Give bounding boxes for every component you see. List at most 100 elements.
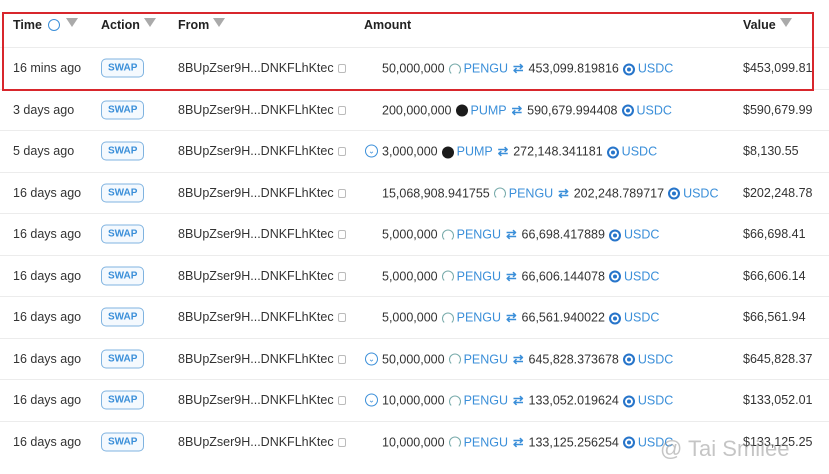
action-badge[interactable]: SWAP bbox=[101, 183, 145, 203]
from-cell: 8BUpZser9H...DNKFLhKtec bbox=[178, 103, 346, 117]
token-out[interactable]: USDC bbox=[638, 394, 673, 408]
copy-icon[interactable] bbox=[337, 147, 346, 157]
token-in[interactable]: PENGU bbox=[457, 311, 501, 325]
time-cell: 16 days ago bbox=[13, 227, 82, 242]
amount-in: 5,000,000 bbox=[382, 310, 438, 325]
token-in[interactable]: PENGU bbox=[457, 269, 501, 283]
token-in[interactable]: PUMP bbox=[457, 145, 493, 159]
value-cell: $66,698.41 bbox=[743, 227, 806, 242]
copy-icon[interactable] bbox=[337, 396, 346, 406]
token-out[interactable]: USDC bbox=[637, 103, 672, 117]
amount-out: 202,248.789717 bbox=[573, 186, 665, 201]
value-cell: $453,099.81 bbox=[743, 61, 813, 76]
token-out[interactable]: USDC bbox=[624, 228, 659, 242]
action-badge[interactable]: SWAP bbox=[101, 141, 145, 161]
usdc-token-icon bbox=[608, 270, 621, 283]
swap-arrows-icon: ⇄ bbox=[497, 144, 509, 159]
from-address[interactable]: 8BUpZser9H...DNKFLhKtec bbox=[178, 103, 334, 117]
token-in[interactable]: PENGU bbox=[464, 394, 508, 408]
token-in[interactable]: PUMP bbox=[471, 103, 507, 117]
swap-arrows-icon: ⇄ bbox=[506, 310, 517, 325]
token-out[interactable]: USDC bbox=[622, 145, 657, 159]
chevron-down-icon[interactable]: ⌄ bbox=[365, 393, 378, 407]
swap-arrows-icon: ⇄ bbox=[513, 435, 524, 450]
from-cell: 8BUpZser9H...DNKFLhKtec bbox=[178, 186, 346, 200]
amount-out: 66,698.417889 bbox=[521, 227, 605, 242]
table-row[interactable]: 16 days ago SWAP 8BUpZser9H...DNKFLhKtec… bbox=[0, 337, 829, 380]
token-in[interactable]: PENGU bbox=[509, 186, 553, 200]
action-badge[interactable]: SWAP bbox=[101, 266, 145, 286]
token-in[interactable]: PENGU bbox=[457, 228, 501, 242]
from-cell: 8BUpZser9H...DNKFLhKtec bbox=[178, 144, 346, 158]
pengu-token-icon bbox=[448, 63, 461, 76]
pengu-token-icon bbox=[441, 312, 454, 325]
amount-out: 133,052.019624 bbox=[528, 393, 619, 408]
usdc-token-icon bbox=[621, 104, 634, 117]
copy-icon[interactable] bbox=[337, 230, 346, 240]
swap-arrows-icon: ⇄ bbox=[558, 186, 569, 201]
pengu-token-icon bbox=[448, 353, 461, 366]
token-out[interactable]: USDC bbox=[638, 62, 673, 76]
token-out[interactable]: USDC bbox=[624, 269, 659, 283]
amount-out: 66,561.940022 bbox=[521, 310, 605, 325]
filter-icon[interactable] bbox=[780, 18, 792, 27]
token-in[interactable]: PENGU bbox=[464, 435, 508, 449]
action-badge[interactable]: SWAP bbox=[101, 307, 145, 327]
token-in[interactable]: PENGU bbox=[464, 62, 508, 76]
time-cell: 16 days ago bbox=[13, 268, 82, 283]
from-address[interactable]: 8BUpZser9H...DNKFLhKtec bbox=[178, 393, 334, 407]
from-address[interactable]: 8BUpZser9H...DNKFLhKtec bbox=[178, 144, 334, 158]
copy-icon[interactable] bbox=[337, 354, 346, 364]
from-address[interactable]: 8BUpZser9H...DNKFLhKtec bbox=[178, 186, 334, 200]
amount-cell: 10,000,000 PENGU ⇄ 133,125.256254 USDC bbox=[382, 434, 673, 449]
action-badge[interactable]: SWAP bbox=[101, 390, 145, 410]
action-badge[interactable]: SWAP bbox=[101, 349, 145, 369]
table-row[interactable]: 16 days ago SWAP 8BUpZser9H...DNKFLhKtec… bbox=[0, 379, 829, 421]
table-row[interactable]: 16 days ago SWAP 8BUpZser9H...DNKFLhKtec… bbox=[0, 213, 829, 255]
swap-arrows-icon: ⇄ bbox=[511, 103, 523, 118]
from-cell: 8BUpZser9H...DNKFLhKtec bbox=[178, 435, 346, 449]
pengu-token-icon bbox=[441, 229, 454, 242]
copy-icon[interactable] bbox=[337, 437, 346, 447]
amount-cell: 5,000,000 PENGU ⇄ 66,698.417889 USDC bbox=[382, 227, 659, 242]
token-out[interactable]: USDC bbox=[638, 352, 673, 366]
copy-icon[interactable] bbox=[337, 105, 346, 115]
table-row[interactable]: 3 days ago SWAP 8BUpZser9H...DNKFLhKtec … bbox=[0, 88, 829, 131]
table-row[interactable]: 16 days ago SWAP 8BUpZser9H...DNKFLhKtec… bbox=[0, 254, 829, 297]
action-badge[interactable]: SWAP bbox=[101, 432, 145, 452]
table-row[interactable]: 16 days ago SWAP 8BUpZser9H...DNKFLhKtec… bbox=[0, 296, 829, 338]
token-out[interactable]: USDC bbox=[624, 311, 659, 325]
value-cell: $645,828.37 bbox=[743, 351, 813, 366]
table-row[interactable]: 16 mins ago SWAP 8BUpZser9H...DNKFLhKtec… bbox=[0, 47, 829, 89]
filter-icon[interactable] bbox=[144, 18, 156, 27]
time-cell: 16 days ago bbox=[13, 185, 82, 200]
usdc-token-icon bbox=[608, 312, 621, 325]
table-row[interactable]: 5 days ago SWAP 8BUpZser9H...DNKFLhKtec … bbox=[0, 130, 829, 172]
value-cell: $202,248.78 bbox=[743, 185, 813, 200]
table-row[interactable]: 16 days ago SWAP 8BUpZser9H...DNKFLhKtec… bbox=[0, 171, 829, 214]
filter-icon[interactable] bbox=[66, 18, 78, 27]
from-address[interactable]: 8BUpZser9H...DNKFLhKtec bbox=[178, 435, 334, 449]
chevron-down-icon[interactable]: ⌄ bbox=[365, 352, 378, 366]
from-address[interactable]: 8BUpZser9H...DNKFLhKtec bbox=[178, 352, 334, 366]
token-in[interactable]: PENGU bbox=[464, 352, 508, 366]
from-address[interactable]: 8BUpZser9H...DNKFLhKtec bbox=[178, 227, 334, 241]
from-cell: 8BUpZser9H...DNKFLhKtec bbox=[178, 227, 346, 241]
clock-icon[interactable] bbox=[48, 19, 60, 31]
action-badge[interactable]: SWAP bbox=[101, 100, 145, 120]
copy-icon[interactable] bbox=[337, 313, 346, 323]
time-cell: 3 days ago bbox=[13, 102, 75, 117]
token-out[interactable]: USDC bbox=[683, 186, 718, 200]
amount-cell: 5,000,000 PENGU ⇄ 66,606.144078 USDC bbox=[382, 268, 659, 283]
copy-icon[interactable] bbox=[337, 64, 346, 74]
action-badge[interactable]: SWAP bbox=[101, 58, 145, 78]
from-address[interactable]: 8BUpZser9H...DNKFLhKtec bbox=[178, 310, 334, 324]
time-cell: 16 days ago bbox=[13, 351, 82, 366]
from-address[interactable]: 8BUpZser9H...DNKFLhKtec bbox=[178, 269, 334, 283]
chevron-down-icon[interactable]: ⌄ bbox=[365, 144, 378, 158]
action-badge[interactable]: SWAP bbox=[101, 224, 145, 244]
copy-icon[interactable] bbox=[337, 271, 346, 281]
filter-icon[interactable] bbox=[213, 18, 225, 27]
copy-icon[interactable] bbox=[337, 188, 346, 198]
from-address[interactable]: 8BUpZser9H...DNKFLhKtec bbox=[178, 61, 334, 75]
